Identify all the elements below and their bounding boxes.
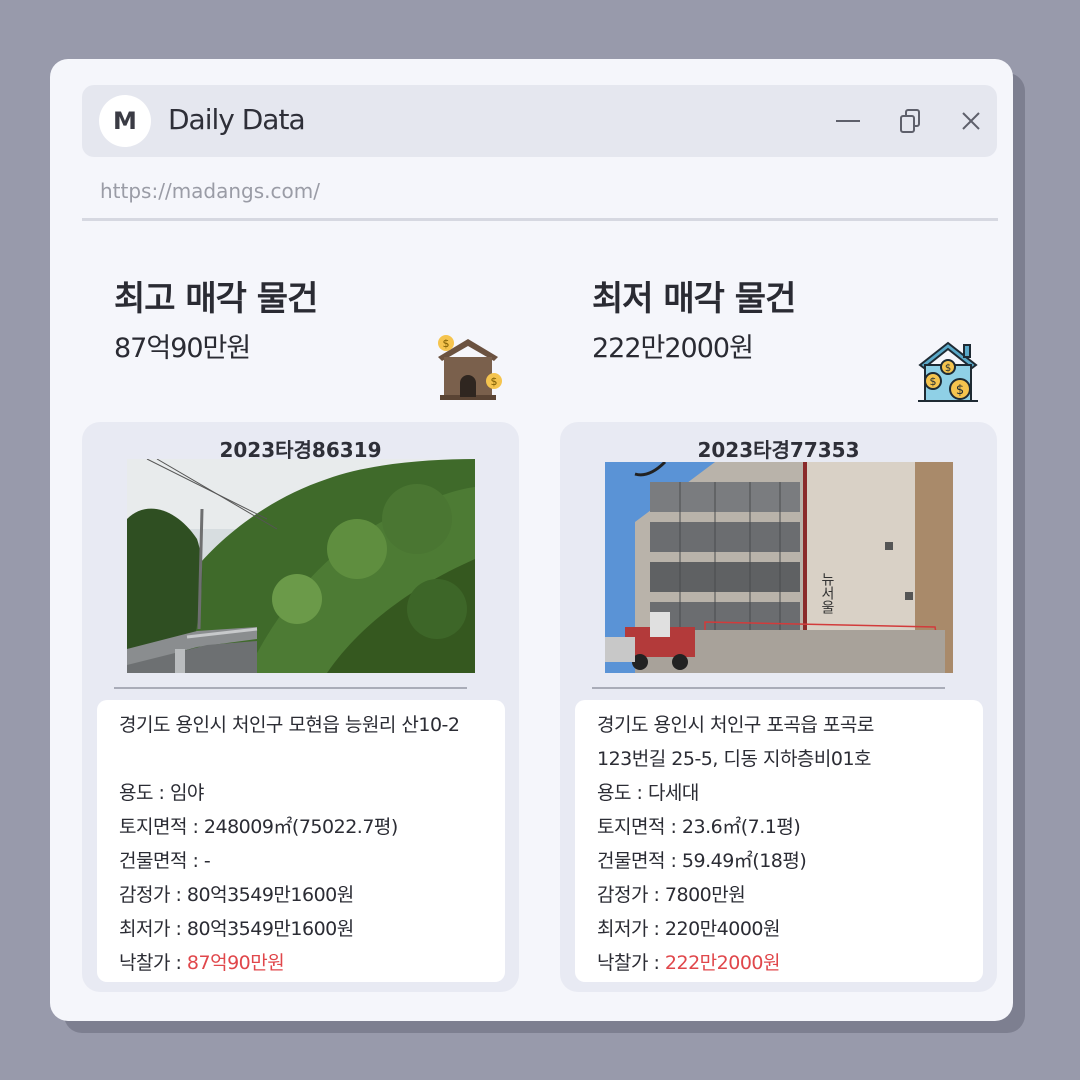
header-divider <box>82 218 998 221</box>
building-area-text: 건물면적 : 59.49㎡(18평) <box>597 850 807 872</box>
winning-bid-label: 낙찰가 : <box>597 952 665 974</box>
restore-icon[interactable] <box>897 107 925 135</box>
minimum-price-text: 최저가 : 220만4000원 <box>597 918 781 940</box>
app-logo: M <box>99 95 151 147</box>
highest-sale-price: 87억90만원 <box>114 333 251 364</box>
minimum-price-text: 최저가 : 80억3549만1600원 <box>119 918 354 940</box>
app-title: Daily Data <box>168 103 306 136</box>
case-number: 2023타경77353 <box>697 438 860 462</box>
address-line-2: 123번길 25-5, 디동 지하층비01호 <box>597 748 872 770</box>
close-icon[interactable] <box>957 107 985 135</box>
land-area-text: 토지면적 : 23.6㎡(7.1평) <box>597 816 801 838</box>
lowest-sale-card[interactable]: 2023타경77353 뉴서울 경기도 용인시 처인구 포곡읍 포곡로 123번… <box>560 422 997 992</box>
winning-bid-value: 87억90만원 <box>186 952 285 974</box>
svg-text:뉴서울: 뉴서울 <box>819 572 835 614</box>
building-area-text: 건물면적 : - <box>119 850 211 872</box>
lowest-sale-heading: 최저 매각 물건 <box>592 279 796 319</box>
title-bar: M Daily Data <box>82 85 997 157</box>
card-divider <box>114 687 467 689</box>
house-coins-icon: $ $ $ <box>916 339 980 407</box>
address-line-1: 경기도 용인시 처인구 포곡읍 포곡로 <box>597 714 874 736</box>
property-details: 경기도 용인시 처인구 포곡읍 포곡로 123번길 25-5, 디동 지하층비0… <box>575 700 983 982</box>
svg-text:$: $ <box>956 383 964 398</box>
card-divider <box>592 687 945 689</box>
apartment-building-photo: 뉴서울 <box>605 462 953 673</box>
svg-text:$: $ <box>443 337 450 350</box>
svg-text:$: $ <box>945 363 951 374</box>
land-area-text: 토지면적 : 248009㎡(75022.7평) <box>119 816 398 838</box>
app-window: M Daily Data https://madangs.com/ 최고 매각 … <box>50 59 1013 1021</box>
usage-text: 용도 : 다세대 <box>597 782 699 804</box>
url-text[interactable]: https://madangs.com/ <box>100 179 320 203</box>
winning-bid-row: 낙찰가 : 222만2000원 <box>597 946 983 980</box>
winning-bid-row: 낙찰가 : 87억90만원 <box>119 946 505 980</box>
house-money-icon: $ $ <box>432 331 504 410</box>
svg-text:$: $ <box>491 375 498 388</box>
forest-hillside-road-photo <box>127 459 475 673</box>
lowest-sale-price: 222만2000원 <box>592 333 754 364</box>
highest-sale-card[interactable]: 2023타경86319 경기도 용인시 처인구 모현읍 능원리 산10-2 용도… <box>82 422 519 992</box>
appraisal-price-text: 감정가 : 80억3549만1600원 <box>119 884 354 906</box>
svg-text:$: $ <box>930 375 937 388</box>
winning-bid-value: 222만2000원 <box>664 952 781 974</box>
highest-sale-heading: 최고 매각 물건 <box>114 279 318 319</box>
usage-text: 용도 : 임야 <box>119 782 204 804</box>
winning-bid-label: 낙찰가 : <box>119 952 187 974</box>
address-line-2 <box>119 742 505 776</box>
property-details: 경기도 용인시 처인구 모현읍 능원리 산10-2 용도 : 임야 토지면적 :… <box>97 700 505 982</box>
appraisal-price-text: 감정가 : 7800만원 <box>597 884 746 906</box>
address-line-1: 경기도 용인시 처인구 모현읍 능원리 산10-2 <box>119 714 460 736</box>
minimize-icon[interactable] <box>834 107 862 135</box>
